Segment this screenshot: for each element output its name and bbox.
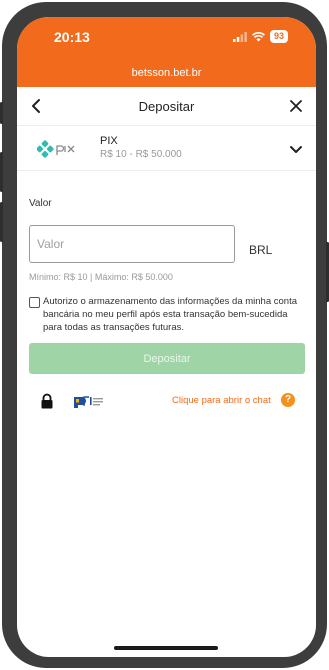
page-title: Depositar — [138, 99, 195, 114]
side-button-volume-up — [0, 152, 3, 192]
page-header: Depositar — [17, 87, 316, 125]
status-time: 20:13 — [54, 29, 90, 45]
chevron-down-icon[interactable] — [288, 141, 304, 157]
battery-indicator: 93 — [269, 30, 288, 43]
chat-link[interactable]: Clique para abrir o chat — [172, 395, 271, 406]
payment-method-name: PIX — [100, 135, 118, 147]
pci-dss-badge — [74, 396, 103, 408]
url-bar[interactable]: betsson.bet.br — [17, 65, 316, 87]
side-button-action — [0, 102, 3, 124]
signal-icon — [232, 31, 247, 42]
payment-method-range: R$ 10 - R$ 50.000 — [100, 149, 182, 160]
side-button-volume-down — [0, 202, 3, 242]
help-icon[interactable]: ? — [281, 393, 295, 407]
consent-text: Autorizo o armazenamento das informações… — [43, 296, 297, 333]
consent-checkbox[interactable] — [29, 297, 40, 308]
currency-label: BRL — [249, 243, 273, 257]
wifi-icon — [252, 31, 265, 41]
amount-input[interactable] — [29, 225, 235, 263]
home-indicator — [114, 646, 218, 650]
status-bar: 20:13 93 — [17, 17, 316, 65]
amount-label: Valor — [29, 198, 52, 209]
lock-icon — [41, 393, 53, 409]
pix-logo — [37, 140, 75, 158]
deposit-limits: Mínimo: R$ 10 | Máximo: R$ 50.000 — [29, 272, 173, 282]
status-icons: 93 — [232, 30, 288, 43]
phone-frame: 20:13 93 betsson.bet.br Depositar PIX R$… — [0, 2, 329, 668]
close-icon[interactable] — [286, 96, 306, 116]
deposit-button[interactable]: Depositar — [29, 343, 305, 374]
screen: 20:13 93 betsson.bet.br Depositar PIX R$… — [17, 17, 316, 657]
payment-method-selector[interactable]: PIX R$ 10 - R$ 50.000 — [17, 125, 316, 171]
